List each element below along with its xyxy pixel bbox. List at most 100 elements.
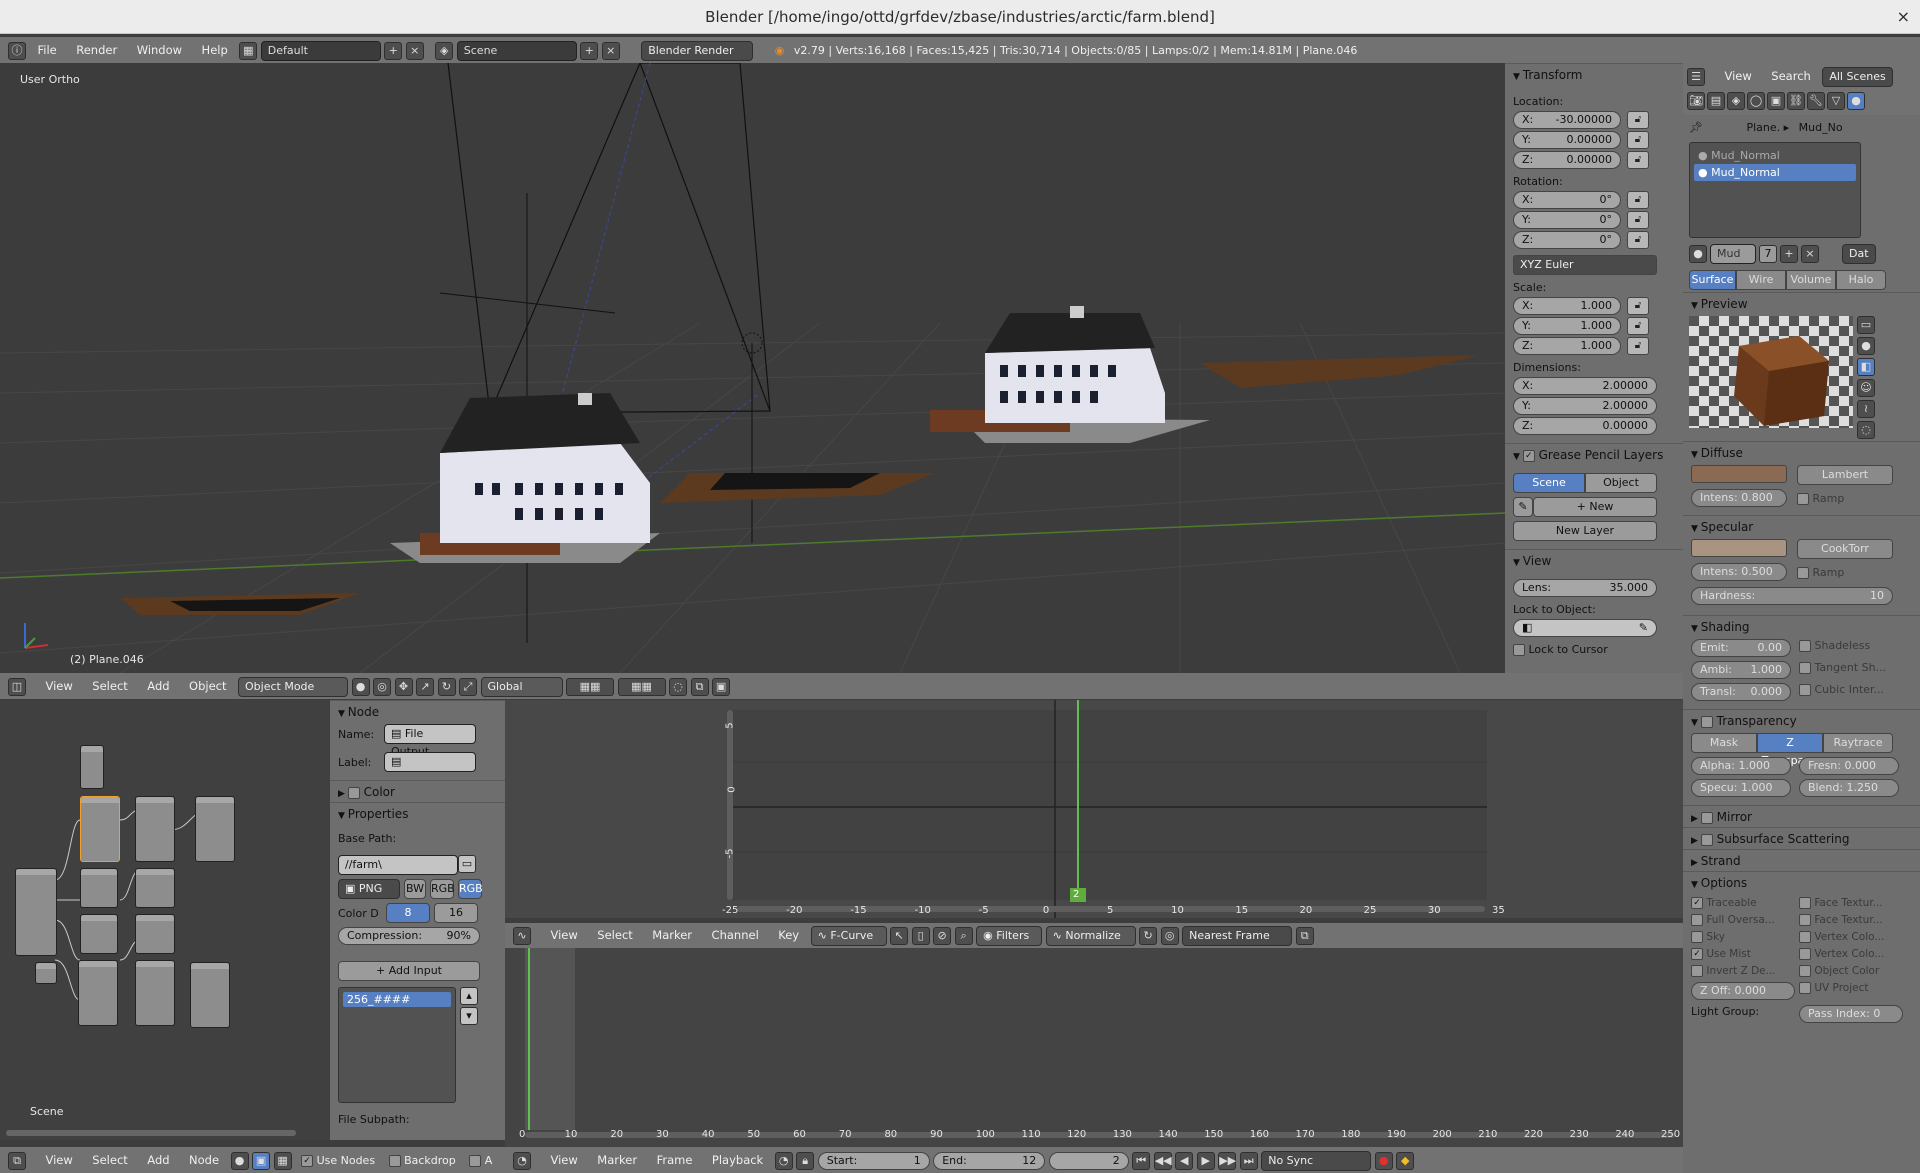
horizontal-scrollbar[interactable] bbox=[6, 1130, 296, 1136]
checkbox-icon[interactable] bbox=[1700, 833, 1713, 846]
location-y-field[interactable]: Y: 0.00000 bbox=[1513, 131, 1621, 149]
shader-tree-icon[interactable]: ● bbox=[230, 1152, 249, 1170]
layers-grid-2-icon[interactable]: ▦▦ bbox=[617, 678, 666, 696]
bw-toggle[interactable]: BW bbox=[404, 879, 426, 899]
checkbox-icon[interactable] bbox=[1799, 897, 1811, 909]
checkbox-icon[interactable] bbox=[1691, 965, 1703, 977]
file-input-list[interactable]: 256_#### bbox=[338, 987, 456, 1103]
option-face-texture[interactable]: Face Textur... bbox=[1799, 897, 1903, 909]
graph-editor[interactable]: 5 0 -5 2 -25 -20 -15 -10 -5 0 5 10 15 20 25 30 35 bbox=[505, 700, 1683, 918]
lock-icon[interactable]: 🔓︎ bbox=[1627, 317, 1649, 335]
blend-field[interactable]: Blend: 1.250 bbox=[1799, 779, 1899, 797]
node-editor-canvas[interactable]: Scene bbox=[0, 700, 330, 1140]
material-tab-icon[interactable]: ● bbox=[1847, 92, 1865, 110]
viewport-menu-add[interactable]: Add bbox=[139, 673, 177, 699]
transl-field[interactable]: Transl: 0.000 bbox=[1691, 683, 1791, 701]
checkbox-icon[interactable]: ✓ bbox=[301, 1155, 314, 1167]
data-tab-icon[interactable]: ▽ bbox=[1827, 92, 1845, 110]
diffuse-color-swatch[interactable] bbox=[1691, 465, 1787, 483]
checkbox-icon[interactable] bbox=[1799, 948, 1811, 960]
constraints-tab-icon[interactable]: ⛓︎ bbox=[1787, 92, 1805, 110]
checkbox-icon[interactable] bbox=[1700, 811, 1713, 824]
outliner-menu-search[interactable]: Search bbox=[1763, 63, 1819, 89]
rgb-toggle[interactable]: RGB bbox=[430, 879, 455, 899]
screen-layout-field[interactable]: Default bbox=[260, 41, 381, 61]
lock-icon[interactable]: 🔓︎ bbox=[1627, 211, 1649, 229]
menu-window[interactable]: Window bbox=[129, 37, 190, 63]
graph-menu-select[interactable]: Select bbox=[589, 923, 640, 948]
checkbox-icon[interactable] bbox=[1797, 566, 1809, 579]
timeline-menu-view[interactable]: View bbox=[543, 1147, 586, 1173]
errors-icon[interactable]: ⊘ bbox=[933, 927, 952, 945]
outliner-display-dropdown[interactable]: All Scenes bbox=[1822, 67, 1893, 87]
checkbox-icon[interactable]: ✓ bbox=[1691, 948, 1703, 960]
jump-start-icon[interactable]: ⏮ bbox=[1132, 1152, 1151, 1170]
play-icon[interactable]: ▶ bbox=[1196, 1152, 1215, 1170]
menu-render[interactable]: Render bbox=[68, 37, 125, 63]
translate-icon[interactable]: ↗ bbox=[416, 678, 435, 696]
pivot-icon[interactable]: ◎ bbox=[373, 678, 392, 696]
option-vertex-color-paint[interactable]: Vertex Colo... bbox=[1799, 948, 1903, 960]
preview-title[interactable]: Preview bbox=[1683, 292, 1920, 314]
dimensions-y-field[interactable]: Y: 2.00000 bbox=[1513, 397, 1657, 415]
rotation-mode-dropdown[interactable]: XYZ Euler bbox=[1513, 255, 1657, 275]
rotation-x-field[interactable]: X: 0° bbox=[1513, 191, 1621, 209]
viewport-menu-view[interactable]: View bbox=[38, 673, 81, 699]
lock-icon[interactable]: 🔓︎ bbox=[1627, 337, 1649, 355]
node[interactable] bbox=[135, 868, 175, 908]
transparency-raytrace-tab[interactable]: Raytrace bbox=[1823, 733, 1893, 753]
lock-icon[interactable]: 🔓︎ bbox=[1627, 151, 1649, 169]
auto-render-option[interactable]: A bbox=[469, 1154, 492, 1167]
base-path-field[interactable]: //farm\ bbox=[338, 855, 458, 875]
checkbox-icon[interactable] bbox=[1799, 640, 1811, 652]
checkbox-icon[interactable] bbox=[1799, 982, 1811, 994]
graph-menu-marker[interactable]: Marker bbox=[644, 923, 700, 948]
world-tab-icon[interactable]: ◯ bbox=[1747, 92, 1765, 110]
checkbox-icon[interactable] bbox=[1799, 931, 1811, 943]
file-input-item[interactable]: 256_#### bbox=[343, 992, 451, 1007]
node-name-field[interactable]: ▤ File Output... bbox=[384, 724, 476, 758]
checkbox-icon[interactable] bbox=[1691, 914, 1703, 926]
material-slot-item-selected[interactable]: ● Mud_Normal bbox=[1694, 164, 1856, 181]
dimensions-z-field[interactable]: Z: 0.00000 bbox=[1513, 417, 1657, 435]
transparency-title[interactable]: Transparency bbox=[1683, 709, 1920, 731]
option-full-oversampling[interactable]: Full Oversa... bbox=[1691, 914, 1795, 926]
node[interactable] bbox=[190, 962, 230, 1028]
option-invert-z[interactable]: Invert Z De... bbox=[1691, 965, 1795, 977]
unlink-material-icon[interactable]: × bbox=[1801, 245, 1819, 263]
pencil-icon[interactable]: ✎ bbox=[1513, 497, 1533, 517]
shading-mode-icon[interactable]: ● bbox=[351, 678, 370, 696]
checkbox-icon[interactable] bbox=[1799, 914, 1811, 926]
preview-flat-icon[interactable]: ▭ bbox=[1857, 316, 1875, 334]
start-frame-field[interactable]: Start: 1 bbox=[817, 1152, 930, 1170]
sync-dropdown[interactable]: No Sync bbox=[1261, 1151, 1372, 1171]
rotate-icon[interactable]: ↻ bbox=[437, 678, 456, 696]
specular-color-swatch[interactable] bbox=[1691, 539, 1787, 557]
option-object-color[interactable]: Object Color bbox=[1799, 965, 1903, 977]
scale-icon[interactable]: ⤢ bbox=[459, 678, 478, 696]
grease-pencil-title[interactable]: ✓ Grease Pencil Layers bbox=[1505, 443, 1683, 465]
scale-x-field[interactable]: X: 1.000 bbox=[1513, 297, 1621, 315]
current-frame-field[interactable]: 2 bbox=[1048, 1152, 1129, 1170]
pin-icon[interactable]: 📌︎ bbox=[1689, 121, 1703, 134]
grease-new-button[interactable]: + New bbox=[1533, 497, 1657, 517]
scene-field[interactable]: Scene bbox=[456, 41, 577, 61]
node[interactable] bbox=[135, 960, 175, 1026]
preview-range-icon[interactable]: ◔ bbox=[774, 1152, 793, 1170]
checkbox-icon[interactable] bbox=[1513, 644, 1525, 656]
node[interactable] bbox=[135, 914, 175, 954]
checkbox-icon[interactable] bbox=[1797, 492, 1809, 505]
keying-set-icon[interactable]: ◆ bbox=[1396, 1152, 1415, 1170]
graph-vscrollbar[interactable] bbox=[727, 710, 733, 900]
eyedropper-icon[interactable]: ✎ bbox=[1639, 620, 1648, 636]
add-input-button[interactable]: + Add Input bbox=[338, 961, 480, 981]
remove-scene-icon[interactable]: × bbox=[601, 42, 620, 60]
info-editor-type-icon[interactable]: ⓘ bbox=[8, 42, 26, 60]
jump-prev-key-icon[interactable]: ◀◀ bbox=[1153, 1152, 1172, 1170]
option-vertex-color-light[interactable]: Vertex Colo... bbox=[1799, 931, 1903, 943]
strand-title[interactable]: Strand bbox=[1683, 849, 1920, 871]
folder-icon[interactable]: ▭ bbox=[458, 855, 476, 873]
timeline-editor-type-icon[interactable]: ◔ bbox=[513, 1152, 531, 1170]
checkbox-icon[interactable]: ✓ bbox=[1522, 449, 1535, 462]
jump-end-icon[interactable]: ⏭ bbox=[1239, 1152, 1258, 1170]
